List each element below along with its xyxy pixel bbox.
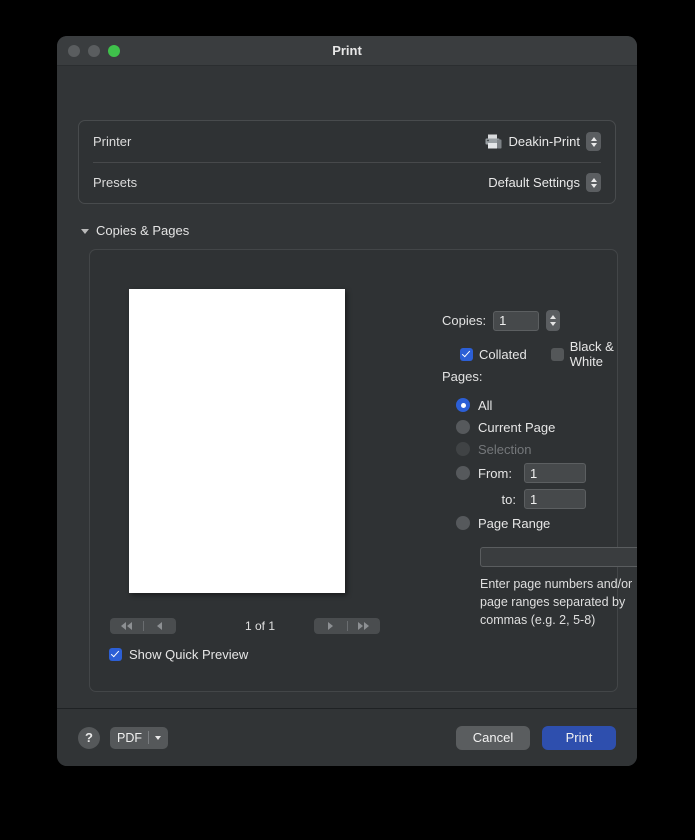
chevron-down-icon[interactable] xyxy=(155,735,161,740)
dialog-body: Printer Deakin-Print Presets Default Set… xyxy=(57,66,637,728)
pdf-button-divider xyxy=(148,731,149,744)
from-label: From: xyxy=(478,465,512,481)
radio-unselected-icon[interactable] xyxy=(456,516,470,530)
collated-label: Collated xyxy=(479,346,527,362)
presets-popup-button[interactable]: Default Settings xyxy=(488,173,601,192)
window-title: Print xyxy=(332,43,362,58)
copies-stepper[interactable] xyxy=(546,310,561,331)
show-quick-preview-label: Show Quick Preview xyxy=(129,647,249,662)
presets-value: Default Settings xyxy=(488,175,580,190)
pages-to-row: to: 1 xyxy=(456,486,586,512)
black-white-checkbox[interactable]: Black & White xyxy=(550,339,622,369)
pages-radio-group: All Current Page Selection From: 1 to: 1… xyxy=(456,394,586,534)
copies-checkboxes: Collated Black & White xyxy=(460,339,622,369)
radio-disabled-icon xyxy=(456,442,470,456)
title-bar: Print xyxy=(57,36,637,66)
radio-selected-icon[interactable] xyxy=(456,398,470,412)
to-label: to: xyxy=(501,491,516,507)
pages-option-current-page[interactable]: Current Page xyxy=(456,416,586,438)
from-input[interactable]: 1 xyxy=(524,463,586,483)
preview-navigation: 1 of 1 xyxy=(110,618,410,636)
printer-chevron-updown-icon[interactable] xyxy=(586,132,601,151)
radio-unselected-icon[interactable] xyxy=(456,420,470,434)
page-range-input[interactable] xyxy=(480,547,637,567)
pdf-button[interactable]: PDF xyxy=(110,726,168,749)
copies-pages-section-header[interactable]: Copies & Pages xyxy=(81,223,189,238)
printer-row[interactable]: Printer Deakin-Print xyxy=(79,121,615,162)
printer-presets-box: Printer Deakin-Print Presets Default Set… xyxy=(78,120,616,204)
section-title: Copies & Pages xyxy=(96,223,190,238)
help-button[interactable]: ? xyxy=(78,726,100,749)
last-page-button[interactable] xyxy=(348,618,381,634)
printer-value: Deakin-Print xyxy=(508,134,580,149)
dialog-footer: ? PDF Cancel Print xyxy=(57,708,637,766)
printer-icon xyxy=(485,134,502,149)
radio-unselected-icon[interactable] xyxy=(456,466,470,480)
pages-option-all[interactable]: All xyxy=(456,394,586,416)
copies-input[interactable]: 1 xyxy=(493,310,540,331)
pages-option-current-page-label: Current Page xyxy=(478,419,556,435)
next-page-button[interactable] xyxy=(314,618,347,634)
chevron-down-icon[interactable] xyxy=(81,229,89,234)
pdf-button-label: PDF xyxy=(117,730,142,745)
copies-row: Copies: 1 xyxy=(442,310,561,331)
page-preview xyxy=(129,289,345,593)
pages-option-page-range[interactable]: Page Range xyxy=(456,512,586,534)
pages-option-selection: Selection xyxy=(456,438,586,460)
pages-label: Pages: xyxy=(442,369,483,384)
cancel-button[interactable]: Cancel xyxy=(456,725,530,750)
collated-checkbox[interactable]: Collated xyxy=(460,347,527,362)
pages-option-all-label: All xyxy=(478,397,493,413)
printer-label: Printer xyxy=(93,134,132,149)
black-white-label: Black & White xyxy=(569,339,614,369)
print-dialog-window: Print Printer Deakin-Print Presets Defau… xyxy=(57,36,637,766)
page-range-hint: Enter page numbers and/or page ranges se… xyxy=(480,577,633,627)
presets-row[interactable]: Presets Default Settings xyxy=(79,162,615,203)
nav-forward-segmented-control[interactable] xyxy=(314,618,380,634)
presets-label: Presets xyxy=(93,175,138,190)
pages-option-from[interactable]: From: 1 xyxy=(456,460,586,486)
checkbox-checked-icon[interactable] xyxy=(460,347,473,361)
to-input[interactable]: 1 xyxy=(524,489,586,509)
copies-label: Copies: xyxy=(442,313,487,328)
pages-option-selection-label: Selection xyxy=(478,441,532,457)
presets-chevron-updown-icon[interactable] xyxy=(586,173,601,192)
print-button[interactable]: Print xyxy=(542,725,616,750)
pages-option-page-range-label: Page Range xyxy=(478,515,551,531)
show-quick-preview-checkbox[interactable]: Show Quick Preview xyxy=(109,647,248,662)
checkbox-checked-icon[interactable] xyxy=(109,648,122,661)
checkbox-unchecked-icon[interactable] xyxy=(550,347,564,361)
copies-pages-panel: 1 of 1 Show Quick Preview Copies: 1 Coll… xyxy=(89,249,637,692)
printer-popup-button[interactable]: Deakin-Print xyxy=(485,132,601,151)
